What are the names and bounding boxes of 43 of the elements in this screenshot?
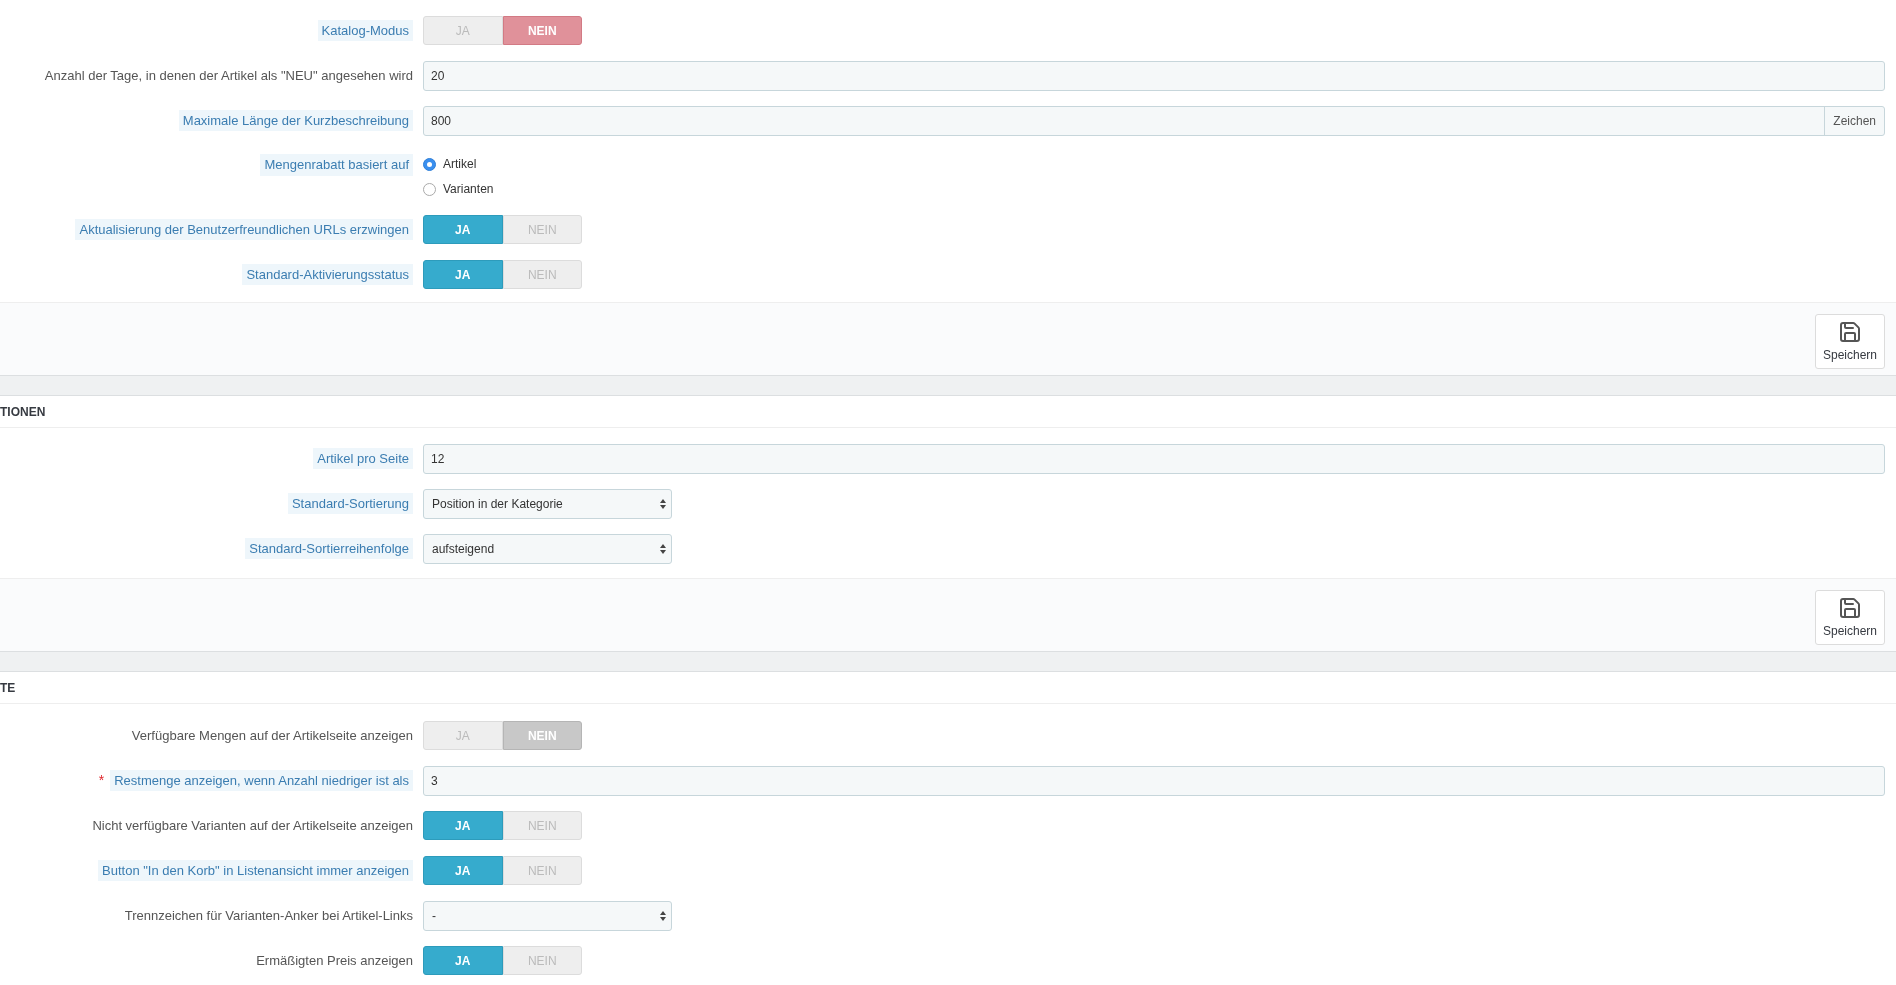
field-label: Anzahl der Tage, in denen der Artikel als "NEU" angesehen wird [44, 66, 413, 85]
save-button[interactable]: Speichern [1815, 590, 1885, 645]
text-field[interactable]: 12 [423, 443, 1885, 474]
switch-option[interactable]: JA [423, 260, 503, 289]
section-heading: TIONEN [0, 403, 46, 421]
field-label: Katalog-Modus [317, 19, 413, 42]
field-label: Restmenge anzeigen, wenn Anzahl niedriger ist als [110, 769, 413, 792]
field-label: Standard-Sortierung [287, 492, 413, 515]
field-label: Standard-Aktivierungsstatus [242, 263, 413, 286]
select-arrows-icon [660, 498, 666, 509]
field-label: Artikel pro Seite [313, 447, 413, 470]
radio-label: Artikel [443, 156, 477, 173]
text-field[interactable]: 800 Zeichen [423, 105, 1885, 136]
field-label: Trennzeichen für Varianten-Anker bei Artikel-Links [124, 906, 413, 925]
field-label: Verfügbare Mengen auf der Artikelseite anzeigen [131, 726, 413, 745]
required-asterisk: * [98, 771, 105, 790]
save-icon [1838, 595, 1862, 620]
field-label: Maximale Länge der Kurzbeschreibung [178, 109, 413, 132]
unit-label: Zeichen [1824, 106, 1884, 135]
field-label: Mengenrabatt basiert auf [260, 154, 413, 176]
field-label: Aktualisierung der Benutzerfreundlichen URLs erzwingen [75, 218, 413, 241]
radio-button[interactable] [423, 182, 436, 196]
switch-option[interactable]: JA [423, 215, 503, 244]
field-label: Nicht verfügbare Varianten auf der Artikelseite anzeigen [92, 816, 413, 835]
select-arrows-icon [660, 543, 666, 554]
switch-option[interactable]: JA [423, 856, 503, 885]
save-button[interactable]: Speichern [1815, 314, 1885, 369]
switch-option[interactable]: NEIN [502, 16, 582, 45]
switch-option[interactable]: JA [423, 946, 503, 975]
text-field[interactable]: 3 [423, 765, 1885, 796]
select-dropdown[interactable]: aufsteigend [423, 533, 672, 564]
select-arrows-icon [660, 910, 666, 921]
radio-label: Varianten [443, 181, 494, 198]
field-label: Standard-Sortierreihenfolge [245, 537, 413, 560]
section-heading: TE [0, 679, 16, 697]
text-field[interactable]: 20 [423, 60, 1885, 91]
field-label: Button "In den Korb" in Listenansicht immer anzeigen [98, 859, 413, 882]
switch-option[interactable]: JA [423, 811, 503, 840]
select-dropdown[interactable]: Position in der Kategorie [423, 488, 672, 519]
field-label: Ermäßigten Preis anzeigen [256, 951, 413, 970]
radio-button[interactable] [423, 157, 436, 171]
select-dropdown[interactable]: - [423, 900, 672, 931]
save-icon [1838, 319, 1862, 344]
